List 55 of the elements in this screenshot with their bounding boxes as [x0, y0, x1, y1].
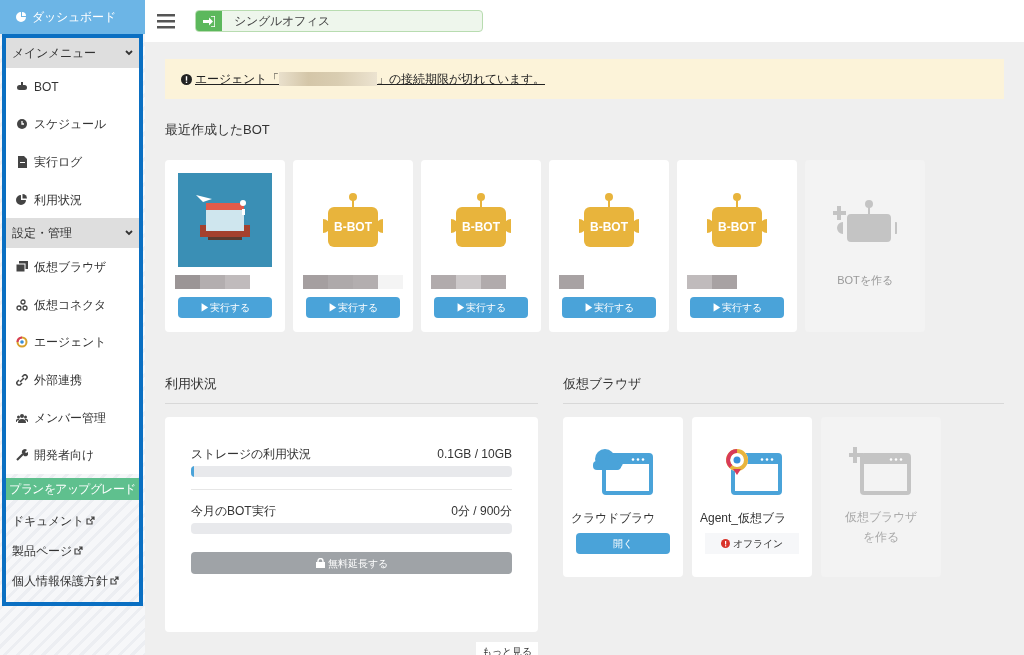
sidebar-item[interactable]: メンバー管理: [6, 398, 139, 437]
meter-label: ストレージの利用状況: [191, 446, 311, 463]
pie-chart-icon: [16, 193, 28, 206]
redaction-block: [559, 274, 584, 289]
meter-reading: 0分 / 900分: [451, 503, 512, 520]
add-robot-icon: [833, 197, 897, 242]
error-icon: [721, 539, 730, 548]
lock-icon: [315, 558, 325, 568]
sign-in-icon: [203, 15, 215, 27]
windows-icon: [16, 261, 28, 274]
pie-chart-icon: [16, 12, 26, 22]
wrench-icon: [16, 449, 28, 462]
external-link-icon: [110, 576, 119, 586]
sidebar-item[interactable]: 開発者向け: [6, 436, 139, 474]
external-link[interactable]: ドキュメント: [6, 505, 139, 536]
connector-icon: [16, 298, 28, 311]
browser-name: クラウドブラウ: [571, 510, 656, 527]
meter-reading: 0.1GB / 10GB: [437, 446, 512, 463]
sidebar-item[interactable]: 仮想コネクタ: [6, 285, 139, 324]
redaction-block: [687, 274, 737, 289]
menu-icon[interactable]: [157, 13, 175, 29]
sidebar-item[interactable]: 外部連携: [6, 361, 139, 399]
link-icon: [16, 373, 28, 386]
robot-logo: B-BOT: [695, 191, 779, 248]
clock-icon: [16, 118, 28, 131]
people-icon: [16, 411, 28, 424]
chevron-icon: [125, 230, 133, 237]
add-window-icon: [849, 445, 913, 495]
robot-logo: B-BOT: [567, 191, 651, 248]
ring-icon: [16, 336, 28, 349]
external-link[interactable]: 製品ページ: [6, 535, 139, 566]
status-badge: オフライン: [705, 533, 799, 554]
browser-name: Agent_仮想ブラ: [700, 510, 788, 527]
section-title: 最近作成したBOT: [165, 121, 271, 139]
document-icon: [16, 156, 28, 168]
robot-icon: [16, 80, 28, 93]
menu-group-header[interactable]: メインメニュー: [6, 38, 139, 68]
robot-logo: B-BOT: [439, 191, 523, 248]
external-link-icon: [74, 546, 83, 556]
sidebar-item[interactable]: スケジュール: [6, 105, 139, 144]
office-selector[interactable]: シングルオフィス: [195, 10, 483, 32]
meter-label: 今月のBOT実行: [191, 503, 276, 520]
external-link-icon: [86, 516, 95, 526]
section-title: 仮想ブラウザ: [563, 373, 1004, 404]
sidebar-item[interactable]: 仮想ブラウザ: [6, 248, 139, 286]
chevron-icon: [125, 50, 133, 56]
sidebar-item[interactable]: 実行ログ: [6, 143, 139, 181]
section-title: 利用状況: [165, 373, 538, 404]
sidebar-item[interactable]: 利用状況: [6, 180, 139, 219]
sidebar-item[interactable]: BOT: [6, 68, 139, 106]
alert-icon: [181, 73, 192, 85]
external-link[interactable]: 個人情報保護方針: [6, 565, 139, 596]
robot-logo: B-BOT: [311, 191, 395, 248]
menu-group-header[interactable]: 設定・管理: [6, 218, 139, 249]
sidebar-item[interactable]: エージェント: [6, 323, 139, 362]
